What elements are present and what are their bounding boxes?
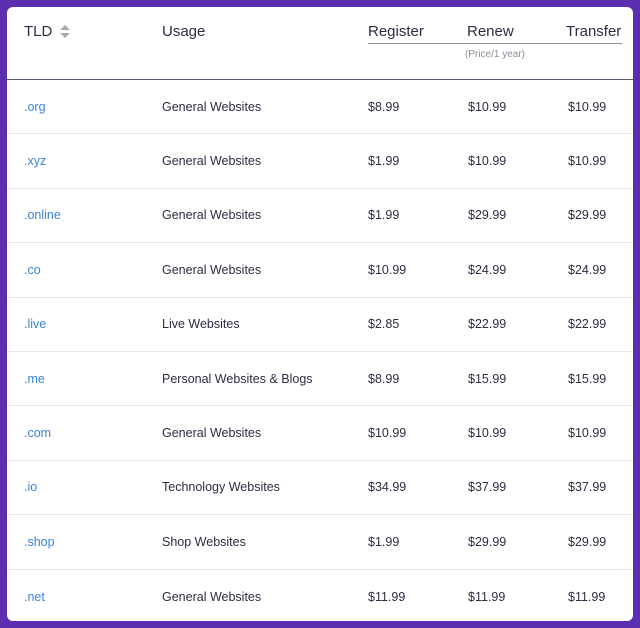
transfer-price: $10.99 — [568, 154, 607, 169]
renew-price: $10.99 — [468, 154, 507, 169]
register-price: $1.99 — [368, 208, 400, 223]
usage-column-header: Usage — [162, 23, 206, 40]
transfer-price: $37.99 — [568, 480, 607, 495]
register-price: $1.99 — [368, 534, 400, 549]
table-row: .shop Shop Websites $1.99 $29.99 $29.99 — [7, 515, 633, 570]
register-price: $11.99 — [368, 589, 406, 604]
usage-cell: General Websites — [162, 589, 262, 604]
table-row: .io Technology Websites $34.99 $37.99 $3… — [7, 461, 633, 516]
register-price: $8.99 — [368, 371, 400, 386]
price-column-group: Register Renew Transfer (Price/1 year) — [368, 23, 622, 63]
tld-link[interactable]: .shop — [24, 535, 55, 549]
tld-header-label: TLD — [24, 23, 53, 40]
renew-price: $29.99 — [468, 534, 507, 549]
usage-cell: Live Websites — [162, 317, 240, 332]
renew-price: $29.99 — [468, 208, 507, 223]
transfer-price: $24.99 — [568, 262, 607, 277]
transfer-price: $22.99 — [568, 317, 607, 332]
transfer-price: $10.99 — [568, 426, 607, 441]
usage-cell: Shop Websites — [162, 534, 246, 549]
usage-cell: Personal Websites & Blogs — [162, 371, 313, 386]
tld-link[interactable]: .live — [24, 317, 46, 331]
usage-cell: General Websites — [162, 154, 262, 169]
table-row: .online General Websites $1.99 $29.99 $2… — [7, 189, 633, 244]
transfer-price: $15.99 — [568, 371, 607, 386]
renew-price: $37.99 — [468, 480, 507, 495]
table-row: .me Personal Websites & Blogs $8.99 $15.… — [7, 352, 633, 407]
register-price: $34.99 — [368, 480, 407, 495]
usage-cell: General Websites — [162, 99, 262, 114]
renew-price: $24.99 — [468, 262, 507, 277]
renew-price: $22.99 — [468, 317, 507, 332]
renew-price: $10.99 — [468, 99, 507, 114]
tld-link[interactable]: .net — [24, 590, 45, 604]
tld-link[interactable]: .io — [24, 480, 37, 494]
table-row: .net General Websites $11.99 $11.99 $11.… — [7, 570, 633, 621]
transfer-price: $29.99 — [568, 208, 607, 223]
table-body: .org General Websites $8.99 $10.99 $10.9… — [7, 80, 633, 621]
usage-cell: General Websites — [162, 426, 262, 441]
table-row: .co General Websites $10.99 $24.99 $24.9… — [7, 243, 633, 298]
register-price: $8.99 — [368, 99, 400, 114]
transfer-price: $10.99 — [568, 99, 607, 114]
table-row: .live Live Websites $2.85 $22.99 $22.99 — [7, 298, 633, 352]
register-price: $10.99 — [368, 426, 407, 441]
transfer-price: $29.99 — [568, 534, 607, 549]
renew-price: $10.99 — [468, 426, 507, 441]
tld-column-header[interactable]: TLD — [24, 23, 71, 40]
pricing-table: TLD Usage Register Renew Transfer (Price… — [7, 7, 633, 621]
usage-cell: General Websites — [162, 262, 262, 277]
sort-icon[interactable] — [60, 24, 71, 39]
price-period-note: (Price/1 year) — [464, 49, 525, 60]
register-price: $10.99 — [368, 262, 407, 277]
renew-price: $15.99 — [468, 371, 507, 386]
transfer-column-header: Transfer — [566, 23, 622, 40]
table-row: .com General Websites $10.99 $10.99 $10.… — [7, 406, 633, 461]
renew-column-header: Renew — [467, 23, 514, 40]
renew-price: $11.99 — [468, 589, 506, 604]
usage-cell: General Websites — [162, 208, 262, 223]
register-price: $2.85 — [368, 317, 400, 332]
tld-link[interactable]: .xyz — [24, 154, 46, 168]
tld-link[interactable]: .co — [24, 263, 41, 277]
table-row: .xyz General Websites $1.99 $10.99 $10.9… — [7, 134, 633, 189]
tld-link[interactable]: .me — [24, 372, 45, 386]
tld-link[interactable]: .org — [24, 100, 46, 114]
tld-link[interactable]: .online — [24, 208, 61, 222]
tld-link[interactable]: .com — [24, 426, 51, 440]
table-row: .org General Websites $8.99 $10.99 $10.9… — [7, 80, 633, 135]
register-column-header: Register — [368, 23, 424, 40]
usage-cell: Technology Websites — [162, 480, 280, 495]
transfer-price: $11.99 — [568, 589, 606, 604]
register-price: $1.99 — [368, 154, 400, 169]
table-header: TLD Usage Register Renew Transfer (Price… — [7, 7, 633, 80]
